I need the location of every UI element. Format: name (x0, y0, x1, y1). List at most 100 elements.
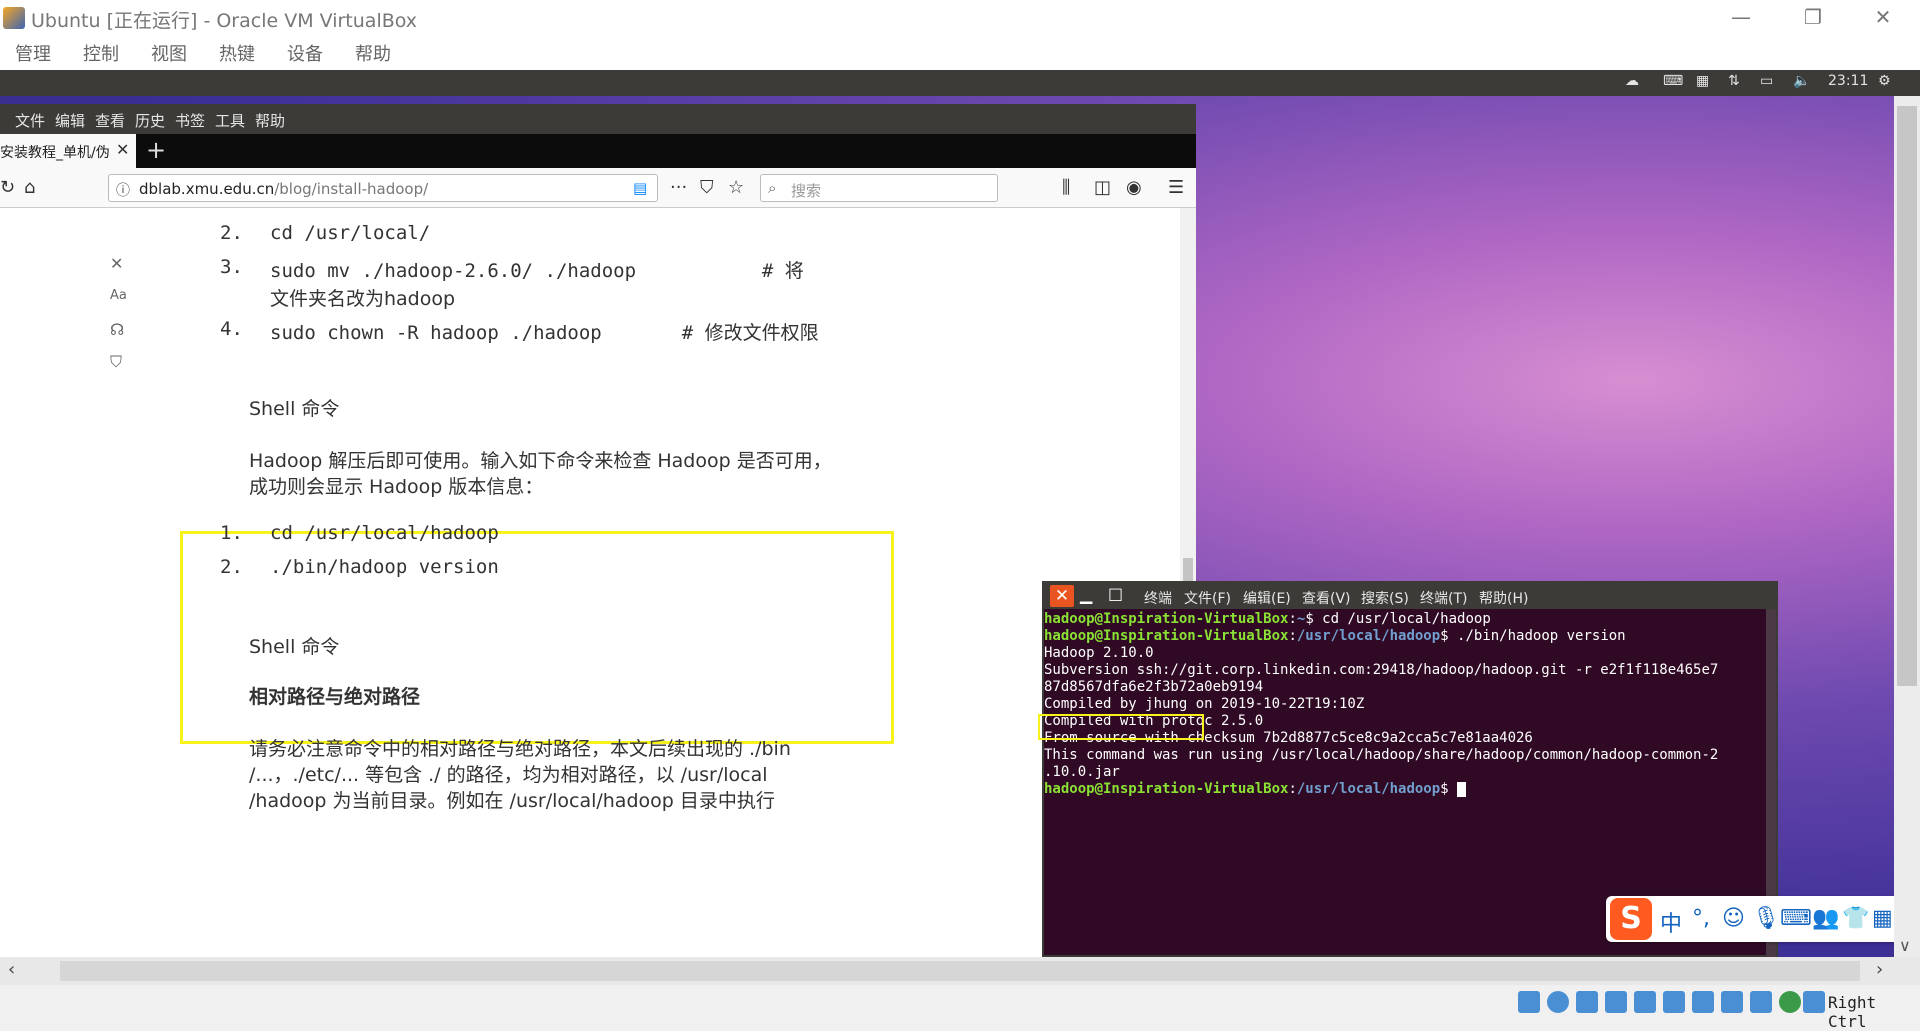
network-adapter-icon[interactable] (1605, 991, 1627, 1013)
browser-menu-history[interactable]: 历史 (135, 110, 165, 131)
vbox-statusbar: Right Ctrl (0, 985, 1920, 1031)
terminal-prompt-line[interactable]: hadoop@Inspiration-VirtualBox:/usr/local… (1044, 781, 1764, 798)
close-button[interactable]: ✕ (1860, 3, 1906, 31)
browser-menubar: 文件 编辑 查看 历史 书签 工具 帮助 (0, 104, 1196, 134)
terminal-menu-view[interactable]: 查看(V) (1302, 588, 1351, 608)
library-icon[interactable]: ⫼ (1062, 177, 1070, 198)
list-number: 2. (220, 556, 243, 578)
video-capture-icon[interactable] (1721, 991, 1743, 1013)
audio-icon[interactable] (1576, 991, 1598, 1013)
search-box[interactable]: ⌕ 搜索 (760, 174, 998, 202)
microphone-icon[interactable]: 🎙 (1752, 906, 1780, 931)
paragraph-line: 成功则会显示 Hadoop 版本信息： (249, 476, 544, 498)
menu-control[interactable]: 控制 (83, 40, 119, 66)
guest-vertical-scrollbar[interactable]: ∨ (1894, 96, 1920, 957)
ime-language-toggle[interactable]: 中 (1660, 906, 1682, 938)
menu-help[interactable]: 帮助 (355, 40, 391, 66)
page-actions-icon[interactable]: ··· (670, 177, 687, 198)
pocket-icon[interactable]: ⛉ (700, 177, 714, 198)
skin-shirt-icon[interactable]: 👕 (1842, 906, 1869, 931)
terminal-minimize-button[interactable]: ▁ (1080, 585, 1092, 604)
display-icon[interactable] (1692, 991, 1714, 1013)
mouse-integration-icon[interactable] (1779, 991, 1801, 1013)
network-icon[interactable]: ☁ (1625, 73, 1639, 89)
user-icon[interactable]: 👥 (1812, 906, 1839, 931)
toolbox-grid-icon[interactable]: ▦ (1872, 906, 1893, 931)
terminal-menu-search[interactable]: 搜索(S) (1361, 588, 1409, 608)
virtualbox-logo-icon (3, 7, 25, 29)
guest-horizontal-scrollbar[interactable]: ‹ › (0, 957, 1920, 985)
browser-menu-help[interactable]: 帮助 (255, 110, 285, 131)
reader-view-icon[interactable]: ▤ (633, 179, 647, 197)
menu-view[interactable]: 视图 (151, 40, 187, 66)
keyboard-capture-icon[interactable] (1803, 991, 1825, 1013)
scroll-down-arrow-icon[interactable]: ∨ (1899, 936, 1911, 955)
scroll-left-arrow-icon[interactable]: ‹ (8, 959, 15, 980)
terminal-close-button[interactable]: ✕ (1050, 585, 1074, 607)
punctuation-icon[interactable]: °, (1692, 906, 1710, 931)
browser-menu-view[interactable]: 查看 (95, 110, 125, 131)
keyboard-icon[interactable]: ⌨ (1663, 73, 1683, 89)
terminal-maximize-button[interactable]: □ (1108, 584, 1123, 603)
restore-button[interactable]: ❐ (1790, 3, 1836, 31)
tab-close-icon[interactable]: ✕ (116, 140, 129, 159)
bookmark-star-icon[interactable]: ☆ (728, 177, 744, 198)
list-number: 2. (220, 222, 243, 244)
optical-drive-icon[interactable] (1547, 991, 1569, 1013)
hard-disk-icon[interactable] (1518, 991, 1540, 1013)
terminal-line: Compiled by jhung on 2019-10-22T19:10Z (1044, 696, 1365, 712)
sidebar-icon[interactable]: ◫ (1094, 177, 1111, 198)
menu-devices[interactable]: 设备 (287, 40, 323, 66)
paragraph-line: /hadoop 为当前目录。例如在 /usr/local/hadoop 目录中执… (249, 790, 775, 812)
terminal-app-menu[interactable]: 终端 (1144, 588, 1172, 608)
tab-install-hadoop[interactable]: 安装教程_单机/伪 ✕ (0, 134, 136, 168)
new-tab-button[interactable]: + (146, 136, 166, 164)
site-info-icon[interactable]: ⓘ (116, 180, 130, 200)
settings-gear-icon[interactable]: ⚙ (1878, 73, 1891, 89)
sogou-logo-icon[interactable]: S (1610, 898, 1652, 940)
list-number: 3. (220, 256, 243, 278)
guest-scrollbar-thumb[interactable] (1897, 106, 1917, 686)
virtualization-icon[interactable] (1750, 991, 1772, 1013)
clock[interactable]: 23:11 (1828, 73, 1868, 89)
menu-hotkeys[interactable]: 热键 (219, 40, 255, 66)
browser-menu-tools[interactable]: 工具 (215, 110, 245, 131)
battery-icon[interactable]: ▭ (1760, 73, 1773, 89)
guest-display[interactable]: ☁ ⌨ ▦ ⇅ ▭ 🔈 23:11 ⚙ 文件 编辑 查看 历史 书签 工具 帮助… (0, 70, 1920, 957)
list-number: 1. (220, 522, 243, 544)
window-title: Ubuntu [正在运行] - Oracle VM VirtualBox (31, 10, 418, 32)
minimize-button[interactable]: — (1718, 3, 1764, 31)
transfer-icon[interactable]: ⇅ (1728, 73, 1740, 89)
emoji-icon[interactable]: ☺ (1722, 906, 1745, 931)
shared-folders-icon[interactable] (1663, 991, 1685, 1013)
menu-manage[interactable]: 管理 (15, 40, 51, 66)
page-content: ✕ Aa ☊ ⛉ 2. cd /usr/local/ 3. sudo mv ./… (0, 208, 1180, 957)
reload-icon[interactable]: ↻ (0, 177, 15, 198)
browser-menu-edit[interactable]: 编辑 (55, 110, 85, 131)
usb-icon[interactable] (1634, 991, 1656, 1013)
scroll-right-arrow-icon[interactable]: › (1876, 959, 1883, 980)
reader-close-icon[interactable]: ✕ (110, 254, 123, 273)
browser-menu-bookmarks[interactable]: 书签 (175, 110, 205, 131)
list-number: 4. (220, 318, 243, 340)
code-line: sudo chown -R hadoop ./hadoop # 修改文件权限 (270, 322, 819, 344)
horizontal-scroll-track[interactable] (60, 961, 1860, 981)
save-to-pocket-icon[interactable]: ⛉ (110, 352, 122, 372)
browser-menu-file[interactable]: 文件 (15, 110, 45, 131)
calendar-icon[interactable]: ▦ (1696, 73, 1709, 89)
hamburger-menu-icon[interactable]: ☰ (1168, 177, 1184, 198)
url-bar[interactable]: ⓘ dblab.xmu.edu.cn/blog/install-hadoop/ … (108, 174, 658, 202)
terminal-line: 87d8567dfa6e2f3b72a0eb9194 (1044, 679, 1264, 695)
terminal-menu-edit[interactable]: 编辑(E) (1243, 588, 1291, 608)
url-text: dblab.xmu.edu.cn/blog/install-hadoop/ (139, 180, 429, 198)
type-controls-icon[interactable]: Aa (110, 288, 127, 303)
soft-keyboard-icon[interactable]: ⌨ (1780, 906, 1812, 931)
narrate-headphones-icon[interactable]: ☊ (110, 320, 124, 339)
account-icon[interactable]: ◉ (1126, 177, 1142, 198)
home-icon[interactable]: ⌂ (24, 177, 35, 198)
terminal-menu-help[interactable]: 帮助(H) (1479, 588, 1528, 608)
terminal-menu-terminal[interactable]: 终端(T) (1420, 588, 1467, 608)
code-line-continuation: 文件夹名改为hadoop (270, 288, 456, 310)
terminal-menu-file[interactable]: 文件(F) (1184, 588, 1231, 608)
volume-icon[interactable]: 🔈 (1793, 73, 1810, 89)
